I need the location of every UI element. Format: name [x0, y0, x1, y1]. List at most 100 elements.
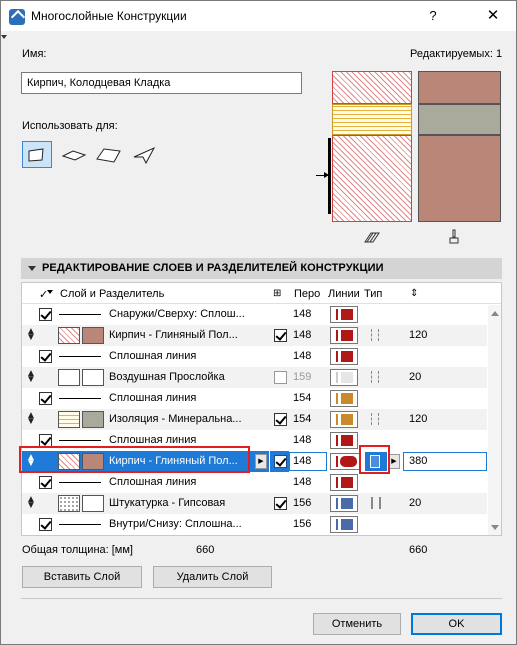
fill-swatch[interactable] [58, 411, 80, 428]
ok-button[interactable]: OK [411, 613, 502, 635]
table-row[interactable]: Снаружи/Сверху: Сплош... 148 [22, 304, 487, 325]
pen-value[interactable]: 159 [293, 371, 311, 383]
cancel-button[interactable]: Отменить [313, 613, 401, 635]
line-color-swatch[interactable] [330, 453, 360, 470]
table-row[interactable]: ▲ ▼ Воздушная Прослойка 159 20 [22, 367, 487, 388]
close-button[interactable]: ✕ [483, 6, 503, 26]
check-dropdown-icon[interactable] [47, 290, 53, 294]
section-header[interactable]: РЕДАКТИРОВАНИЕ СЛОЕВ И РАЗДЕЛИТЕЛЕЙ КОНС… [21, 258, 502, 279]
pen-value[interactable]: 156 [293, 518, 311, 530]
line-color-swatch[interactable] [330, 390, 358, 407]
slab-icon [61, 149, 87, 161]
name-field[interactable]: Кирпич, Колодцевая Кладка [21, 72, 302, 94]
col-lines-header: Линии [328, 288, 360, 300]
color-swatch[interactable] [82, 495, 104, 512]
visibility-checkbox[interactable] [274, 371, 287, 384]
table-row[interactable]: Сплошная линия 154 [22, 388, 487, 409]
reorder-icon[interactable]: ▲ ▼ [26, 495, 36, 511]
line-color-swatch[interactable] [330, 411, 358, 428]
line-sample [59, 398, 101, 399]
fill-swatch[interactable] [58, 369, 80, 386]
table-scrollbar[interactable] [488, 305, 501, 535]
table-row[interactable]: ▲ ▼ Кирпич - Глиняный Пол... 148 120 [22, 325, 487, 346]
dialog-window: Многослойные Конструкции ? ✕ Имя: Редакт… [0, 0, 517, 645]
table-row[interactable]: ▲ ▼ Штукатурка - Гипсовая 156 20 [22, 493, 487, 514]
row-checkbox[interactable] [39, 350, 52, 363]
line-sample [59, 356, 101, 357]
visibility-checkbox[interactable] [274, 329, 287, 342]
pen-value[interactable]: 148 [293, 329, 311, 341]
line-color-swatch[interactable] [330, 348, 358, 365]
delete-layer-button[interactable]: Удалить Слой [153, 566, 272, 588]
row-label: Изоляция - Минеральна... [109, 413, 242, 425]
type-dashed-icon[interactable] [371, 371, 379, 383]
editable-count: Редактируемых: 1 [410, 48, 503, 60]
window-title: Многослойные Конструкции [31, 9, 187, 23]
line-color-swatch[interactable] [330, 432, 358, 449]
type-dashed-icon[interactable] [371, 329, 379, 341]
reorder-icon[interactable]: ▲ ▼ [26, 327, 36, 343]
color-swatch[interactable] [82, 411, 104, 428]
thickness-value[interactable]: 120 [409, 413, 427, 425]
type-solid-icon[interactable] [371, 497, 381, 509]
pen-value[interactable]: 148 [293, 455, 311, 467]
use-roof-button[interactable] [94, 141, 124, 168]
row-checkbox[interactable] [39, 392, 52, 405]
line-color-swatch[interactable] [330, 327, 358, 344]
table-row[interactable]: Сплошная линия 148 [22, 472, 487, 493]
thickness-value[interactable]: 20 [409, 371, 421, 383]
reorder-icon[interactable]: ▲ ▼ [26, 369, 36, 385]
pen-value[interactable]: 154 [293, 392, 311, 404]
pen-value[interactable]: 148 [293, 476, 311, 488]
visibility-checkbox[interactable] [274, 497, 287, 510]
paint-brush-icon[interactable] [448, 229, 460, 245]
type-dashed-icon[interactable] [371, 413, 379, 425]
line-color-swatch[interactable] [330, 369, 358, 386]
use-shell-button[interactable] [130, 141, 160, 168]
insert-layer-button[interactable]: Вставить Слой [22, 566, 142, 588]
visibility-checkbox[interactable] [274, 455, 287, 468]
color-swatch[interactable] [82, 327, 104, 344]
pen-value[interactable]: 154 [293, 413, 311, 425]
hatch-view-icon[interactable] [364, 230, 380, 244]
row-checkbox[interactable] [39, 476, 52, 489]
color-swatch[interactable] [82, 369, 104, 386]
help-button[interactable]: ? [423, 6, 443, 26]
section-title: РЕДАКТИРОВАНИЕ СЛОЕВ И РАЗДЕЛИТЕЛЕЙ КОНС… [42, 262, 384, 274]
title-bar: Многослойные Конструкции ? ✕ [1, 1, 516, 31]
row-label: Воздушная Прослойка [109, 371, 225, 383]
table-row[interactable]: Внутри/Снизу: Сплошна... 156 [22, 514, 487, 535]
row-expand-icon[interactable]: ▶ [255, 454, 267, 469]
highlight-box [359, 445, 390, 474]
reorder-icon[interactable]: ▲ ▼ [26, 411, 36, 427]
fill-swatch[interactable] [58, 495, 80, 512]
row-label: Снаружи/Сверху: Сплош... [109, 308, 245, 320]
line-color-swatch[interactable] [330, 495, 358, 512]
thickness-value[interactable]: 380 [409, 455, 427, 467]
thickness-value[interactable]: 120 [409, 329, 427, 341]
pen-value[interactable]: 148 [293, 308, 311, 320]
pen-value[interactable]: 156 [293, 497, 311, 509]
use-wall-button[interactable] [22, 141, 52, 168]
row-label: Сплошная линия [109, 434, 197, 446]
col-type-header: Тип [364, 288, 383, 300]
line-color-swatch[interactable] [330, 306, 358, 323]
use-slab-button[interactable] [59, 141, 89, 168]
visibility-checkbox[interactable] [274, 413, 287, 426]
fill-swatch[interactable] [58, 327, 80, 344]
line-color-swatch[interactable] [330, 474, 358, 491]
row-checkbox[interactable] [39, 518, 52, 531]
row-label: Внутри/Снизу: Сплошна... [109, 518, 242, 530]
row-label: Сплошная линия [109, 350, 197, 362]
row-checkbox[interactable] [39, 308, 52, 321]
pen-value[interactable]: 148 [293, 434, 311, 446]
row-label: Штукатурка - Гипсовая [109, 497, 226, 509]
scroll-down-icon[interactable] [491, 525, 499, 530]
line-sample [59, 314, 101, 315]
thickness-value[interactable]: 20 [409, 497, 421, 509]
pen-value[interactable]: 148 [293, 350, 311, 362]
table-row[interactable]: Сплошная линия 148 [22, 346, 487, 367]
line-color-swatch[interactable] [330, 516, 358, 533]
scroll-up-icon[interactable] [491, 311, 499, 316]
table-row[interactable]: ▲ ▼ Изоляция - Минеральна... 154 120 [22, 409, 487, 430]
